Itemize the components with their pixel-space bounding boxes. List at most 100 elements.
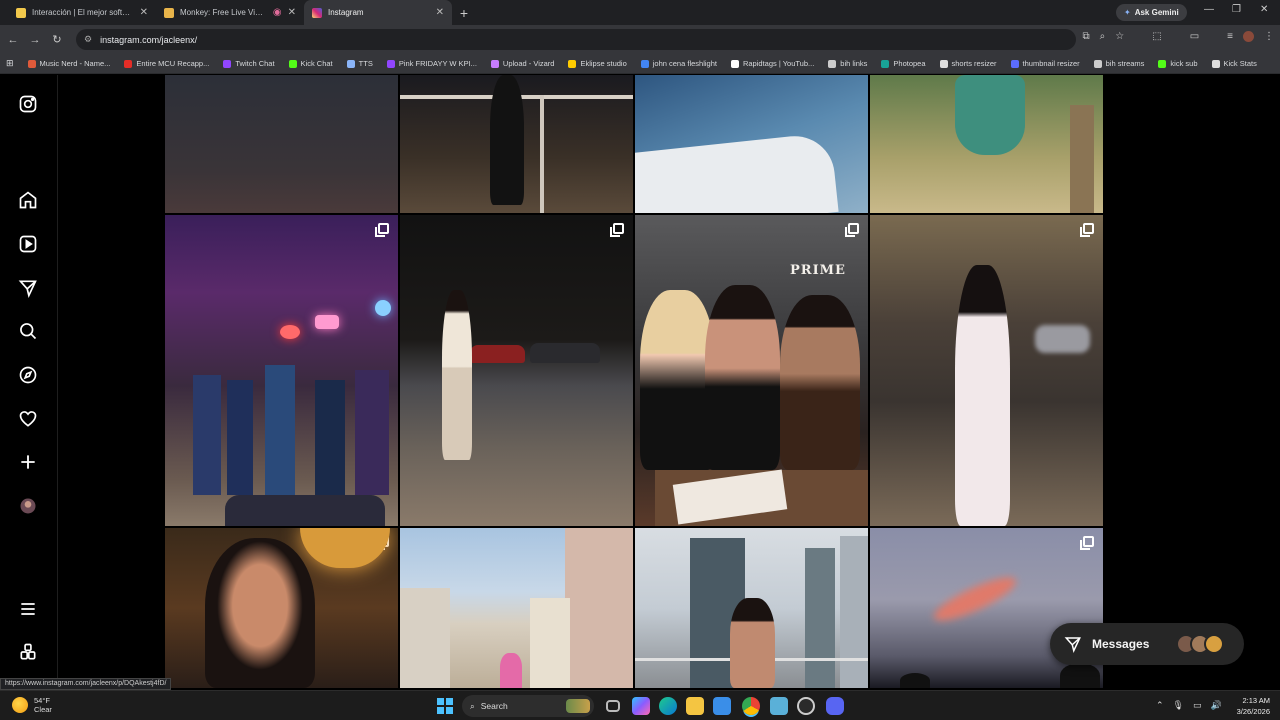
task-view-icon[interactable]: [606, 700, 620, 712]
bookmark-item[interactable]: Kick Chat: [288, 59, 333, 68]
edge-icon[interactable]: [659, 697, 677, 715]
home-icon[interactable]: [18, 190, 38, 210]
tab-favicon-icon: [16, 7, 26, 18]
profile-avatar-icon[interactable]: [18, 496, 38, 516]
post-thumbnail[interactable]: [400, 75, 633, 213]
taskbar-search[interactable]: ⌕ Search: [462, 695, 594, 717]
close-tab-icon[interactable]: ✕: [140, 7, 148, 18]
zoom-icon[interactable]: ⌕: [1100, 31, 1106, 42]
bookmark-item[interactable]: bih links: [828, 59, 867, 68]
back-icon[interactable]: ←: [2, 34, 24, 46]
person-figure: [500, 653, 522, 688]
copilot-icon[interactable]: [632, 697, 650, 715]
bookmark-item[interactable]: Kick Stats: [1211, 59, 1257, 68]
post-thumbnail[interactable]: [635, 75, 868, 213]
file-explorer-icon[interactable]: [686, 697, 704, 715]
search-icon[interactable]: [18, 321, 38, 341]
bookmark-item[interactable]: Entire MCU Recapp...: [124, 59, 209, 68]
bookmark-item[interactable]: john cena fleshlight: [640, 59, 717, 68]
post-thumbnail[interactable]: PRIME: [635, 215, 868, 526]
building-shape: [530, 598, 570, 688]
explore-icon[interactable]: [18, 365, 38, 385]
bookmark-item[interactable]: Rapidtags | YouTub...: [730, 59, 814, 68]
post-thumbnail[interactable]: [165, 75, 398, 213]
weather-temp: 54°F: [34, 696, 50, 705]
forward-icon[interactable]: →: [24, 34, 46, 46]
bookmark-item[interactable]: Upload - Vizard: [490, 59, 554, 68]
reels-icon[interactable]: [18, 234, 38, 254]
minimize-icon[interactable]: —: [1204, 4, 1214, 15]
notepad-icon[interactable]: [770, 697, 788, 715]
instagram-logo-icon[interactable]: [18, 94, 38, 114]
tab-title: Interacción | El mejor software: [32, 8, 134, 17]
tab-search-icon[interactable]: ≡: [1227, 31, 1233, 42]
cast-icon[interactable]: ⧉: [1083, 31, 1090, 42]
bookmark-item[interactable]: TTS: [346, 59, 373, 68]
close-tab-icon[interactable]: ✕: [288, 7, 296, 18]
new-tab-button[interactable]: +: [452, 0, 476, 25]
messages-icon[interactable]: [18, 278, 38, 298]
bookmark-item[interactable]: bih streams: [1093, 59, 1144, 68]
bookmark-item[interactable]: Eklipse studio: [568, 59, 627, 68]
building-shape: [805, 548, 835, 688]
post-thumbnail[interactable]: [870, 75, 1103, 213]
apps-grid-icon[interactable]: ⊞: [6, 58, 14, 69]
kebab-menu-icon[interactable]: ⋮: [1264, 31, 1274, 42]
arcade-cabinet-shape: [193, 375, 221, 495]
microphone-icon[interactable]: 🎙: [1173, 700, 1184, 711]
tray-overflow-icon[interactable]: ⌃: [1156, 700, 1164, 711]
network-icon[interactable]: ▭: [1193, 700, 1202, 711]
tab-interaccion[interactable]: Interacción | El mejor software ✕: [8, 0, 156, 25]
site-info-icon[interactable]: ⚙: [84, 34, 92, 45]
also-from-meta-icon[interactable]: [18, 642, 38, 662]
bookmark-star-icon[interactable]: ☆: [1115, 31, 1124, 42]
bookmark-item[interactable]: shorts resizer: [939, 59, 997, 68]
close-window-icon[interactable]: ✕: [1260, 4, 1268, 15]
bookmark-item[interactable]: Photopea: [881, 59, 926, 68]
ask-gemini-button[interactable]: ✦ Ask Gemini: [1116, 4, 1187, 21]
building-shape: [840, 536, 868, 688]
chrome-icon[interactable]: [742, 697, 760, 715]
post-thumbnail[interactable]: [165, 528, 398, 688]
bookmark-item[interactable]: kick sub: [1158, 59, 1198, 68]
close-tab-icon[interactable]: ✕: [436, 7, 444, 18]
weather-widget[interactable]: 54°F Clear: [12, 696, 52, 714]
person-figure: [730, 598, 775, 688]
address-bar[interactable]: ⚙ instagram.com/jacleenx/: [76, 29, 1076, 50]
start-button-icon[interactable]: [437, 698, 453, 714]
profile-avatar[interactable]: [1243, 31, 1254, 42]
url-text: instagram.com/jacleenx/: [100, 34, 198, 45]
person-figure: [780, 295, 860, 470]
bookmark-item[interactable]: Twitch Chat: [223, 59, 275, 68]
bookmark-favicon-icon: [939, 59, 948, 68]
store-icon[interactable]: [713, 697, 731, 715]
create-plus-icon[interactable]: [18, 452, 38, 472]
reload-icon[interactable]: ↻: [46, 33, 68, 46]
railing-shape: [540, 95, 544, 213]
post-thumbnail[interactable]: [400, 215, 633, 526]
post-thumbnail[interactable]: [400, 528, 633, 688]
toolbar-icons: ⧉ ⌕ ☆ ⬚ ▭ ≡ ⋮: [1083, 31, 1274, 42]
post-thumbnail[interactable]: [870, 215, 1103, 526]
bookmark-item[interactable]: thumbnail resizer: [1010, 59, 1080, 68]
obs-icon[interactable]: [797, 697, 815, 715]
tab-instagram[interactable]: Instagram ✕: [304, 0, 452, 25]
clock[interactable]: 2:13 AM 3/26/2026: [1237, 695, 1270, 717]
post-thumbnail[interactable]: [635, 528, 868, 688]
post-thumbnail[interactable]: [165, 215, 398, 526]
neon-light-shape: [375, 300, 391, 316]
volume-icon[interactable]: 🔊: [1211, 700, 1222, 711]
person-figure: [442, 290, 472, 460]
notifications-heart-icon[interactable]: [18, 409, 38, 429]
more-menu-icon[interactable]: [18, 599, 38, 619]
messages-button[interactable]: Messages: [1050, 623, 1244, 665]
bookmark-item[interactable]: Music Nerd - Name...: [27, 59, 110, 68]
taskbar-search-label: Search: [480, 701, 508, 711]
bookmark-item[interactable]: Pink FRIDAYY W KPI...: [386, 59, 477, 68]
discord-icon[interactable]: [826, 697, 844, 715]
extensions-icon[interactable]: ⬚: [1152, 31, 1161, 42]
bookmark-favicon-icon: [1010, 59, 1019, 68]
tab-monkey[interactable]: Monkey: Free Live Video Ch ◉ ✕: [156, 0, 304, 25]
restore-icon[interactable]: ❐: [1232, 4, 1241, 15]
sidepanel-icon[interactable]: ▭: [1190, 31, 1199, 42]
